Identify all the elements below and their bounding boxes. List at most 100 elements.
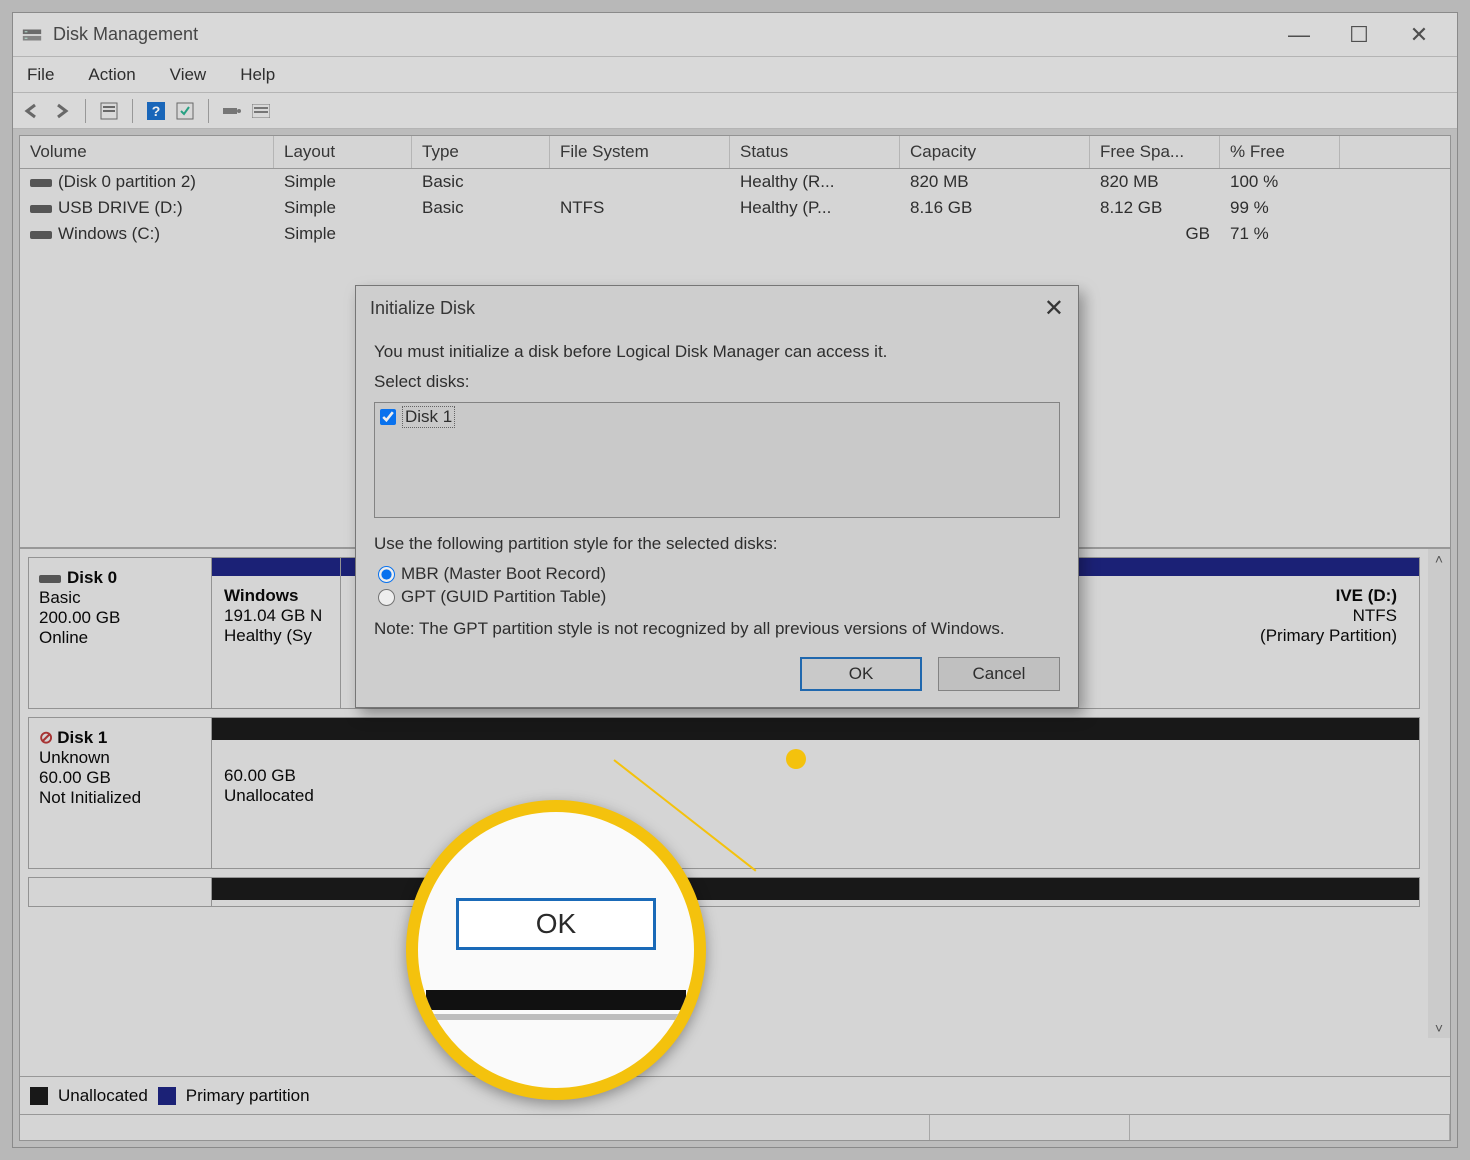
volume-row[interactable]: Windows (C:) Simple GB 71 % xyxy=(20,221,1450,247)
cell: Basic xyxy=(412,169,550,195)
select-disks-label: Select disks: xyxy=(374,372,1060,392)
volume-name: Windows (C:) xyxy=(58,224,160,243)
cell: Basic xyxy=(412,195,550,221)
disk-list-label: Disk 1 xyxy=(402,406,455,428)
partition[interactable]: Windows 191.04 GB N Healthy (Sy xyxy=(211,557,341,709)
disk-state: Online xyxy=(39,628,201,648)
menu-view[interactable]: View xyxy=(162,61,215,89)
col-free[interactable]: Free Spa... xyxy=(1090,136,1220,168)
disk-select-list[interactable]: Disk 1 xyxy=(374,402,1060,518)
scroll-up-icon[interactable]: ˄ xyxy=(1435,551,1443,567)
cell: NTFS xyxy=(550,195,730,221)
cell: Healthy (P... xyxy=(730,195,900,221)
gpt-label: GPT (GUID Partition Table) xyxy=(401,587,606,607)
dialog-note: Note: The GPT partition style is not rec… xyxy=(374,619,1060,639)
rescan-icon[interactable] xyxy=(218,97,246,125)
dialog-title: Initialize Disk xyxy=(370,298,1044,319)
col-capacity[interactable]: Capacity xyxy=(900,136,1090,168)
col-layout[interactable]: Layout xyxy=(274,136,412,168)
disk-list-item[interactable]: Disk 1 xyxy=(380,406,1054,428)
cell: 8.16 GB xyxy=(900,195,1090,221)
dialog-titlebar: Initialize Disk ✕ xyxy=(356,286,1078,330)
disk-label[interactable]: ⊘Disk 1 Unknown 60.00 GB Not Initialized xyxy=(28,717,212,869)
cell: 820 MB xyxy=(1090,169,1220,195)
magnified-bar xyxy=(426,990,686,1010)
ok-button[interactable]: OK xyxy=(800,657,922,691)
col-filesystem[interactable]: File System xyxy=(550,136,730,168)
cell: Simple xyxy=(274,195,412,221)
cell xyxy=(550,169,730,195)
col-pctfree[interactable]: % Free xyxy=(1220,136,1340,168)
cell xyxy=(412,221,550,247)
volume-icon xyxy=(30,179,52,187)
cell: Simple xyxy=(274,221,412,247)
maximize-button[interactable]: ☐ xyxy=(1329,13,1389,57)
cell: 99 % xyxy=(1220,195,1340,221)
disk-type: Basic xyxy=(39,588,201,608)
volume-header-row: Volume Layout Type File System Status Ca… xyxy=(20,136,1450,169)
callout-magnifier: OK xyxy=(406,800,706,1100)
scroll-down-icon[interactable]: ˅ xyxy=(1435,1020,1443,1036)
disk-row-extra xyxy=(28,877,1420,907)
disk-checkbox[interactable] xyxy=(380,409,396,425)
legend-swatch-unallocated xyxy=(30,1087,48,1105)
cell xyxy=(900,221,1090,247)
col-volume[interactable]: Volume xyxy=(20,136,274,168)
volume-icon xyxy=(30,205,52,213)
vertical-scrollbar[interactable]: ˄˅ xyxy=(1428,549,1450,1038)
cell: 8.12 GB xyxy=(1090,195,1220,221)
disk-name: Disk 1 xyxy=(57,728,107,747)
partition-status: Unallocated xyxy=(224,786,1407,806)
cell: GB xyxy=(1090,221,1220,247)
cell: Simple xyxy=(274,169,412,195)
close-button[interactable]: ✕ xyxy=(1389,13,1449,57)
partition-style-label: Use the following partition style for th… xyxy=(374,534,1060,554)
disk-management-icon xyxy=(21,24,43,46)
minimize-button[interactable]: — xyxy=(1269,13,1329,57)
volume-icon xyxy=(30,231,52,239)
menu-help[interactable]: Help xyxy=(232,61,283,89)
dialog-message: You must initialize a disk before Logica… xyxy=(374,342,1060,362)
menubar: File Action View Help xyxy=(13,57,1457,93)
col-type[interactable]: Type xyxy=(412,136,550,168)
legend-label: Primary partition xyxy=(186,1086,310,1106)
cell xyxy=(550,221,730,247)
cell: 100 % xyxy=(1220,169,1340,195)
legend-label: Unallocated xyxy=(58,1086,148,1106)
disk-error-icon: ⊘ xyxy=(39,728,53,747)
cell: Healthy (R... xyxy=(730,169,900,195)
disk-size: 200.00 GB xyxy=(39,608,201,628)
col-status[interactable]: Status xyxy=(730,136,900,168)
titlebar: Disk Management — ☐ ✕ xyxy=(13,13,1457,57)
back-icon[interactable] xyxy=(19,97,47,125)
magnified-bar xyxy=(426,1014,686,1020)
partition-unallocated[interactable]: 60.00 GB Unallocated xyxy=(211,717,1420,869)
radio-mbr[interactable]: MBR (Master Boot Record) xyxy=(378,564,1060,584)
volume-row[interactable]: USB DRIVE (D:) Simple Basic NTFS Healthy… xyxy=(20,195,1450,221)
properties-icon[interactable] xyxy=(95,97,123,125)
gpt-radio[interactable] xyxy=(378,589,395,606)
svg-text:?: ? xyxy=(152,103,161,119)
radio-gpt[interactable]: GPT (GUID Partition Table) xyxy=(378,587,1060,607)
partition-status: Healthy (Sy xyxy=(224,626,328,646)
cell: 71 % xyxy=(1220,221,1340,247)
legend: Unallocated Primary partition xyxy=(20,1076,1450,1114)
dialog-close-icon[interactable]: ✕ xyxy=(1044,294,1064,323)
cell xyxy=(730,221,900,247)
disk-icon xyxy=(39,575,61,583)
help-icon[interactable]: ? xyxy=(142,97,170,125)
volume-row[interactable]: (Disk 0 partition 2) Simple Basic Health… xyxy=(20,169,1450,195)
refresh-icon[interactable] xyxy=(171,97,199,125)
disk-type: Unknown xyxy=(39,748,201,768)
menu-action[interactable]: Action xyxy=(80,61,143,89)
disk-name: Disk 0 xyxy=(67,568,117,587)
mbr-radio[interactable] xyxy=(378,566,395,583)
cancel-button[interactable]: Cancel xyxy=(938,657,1060,691)
partition-name: Windows xyxy=(224,586,328,606)
initialize-disk-dialog: Initialize Disk ✕ You must initialize a … xyxy=(355,285,1079,708)
partition-size: 60.00 GB xyxy=(224,766,1407,786)
disk-label[interactable]: Disk 0 Basic 200.00 GB Online xyxy=(28,557,212,709)
menu-file[interactable]: File xyxy=(19,61,62,89)
forward-icon[interactable] xyxy=(48,97,76,125)
detail-icon[interactable] xyxy=(247,97,275,125)
